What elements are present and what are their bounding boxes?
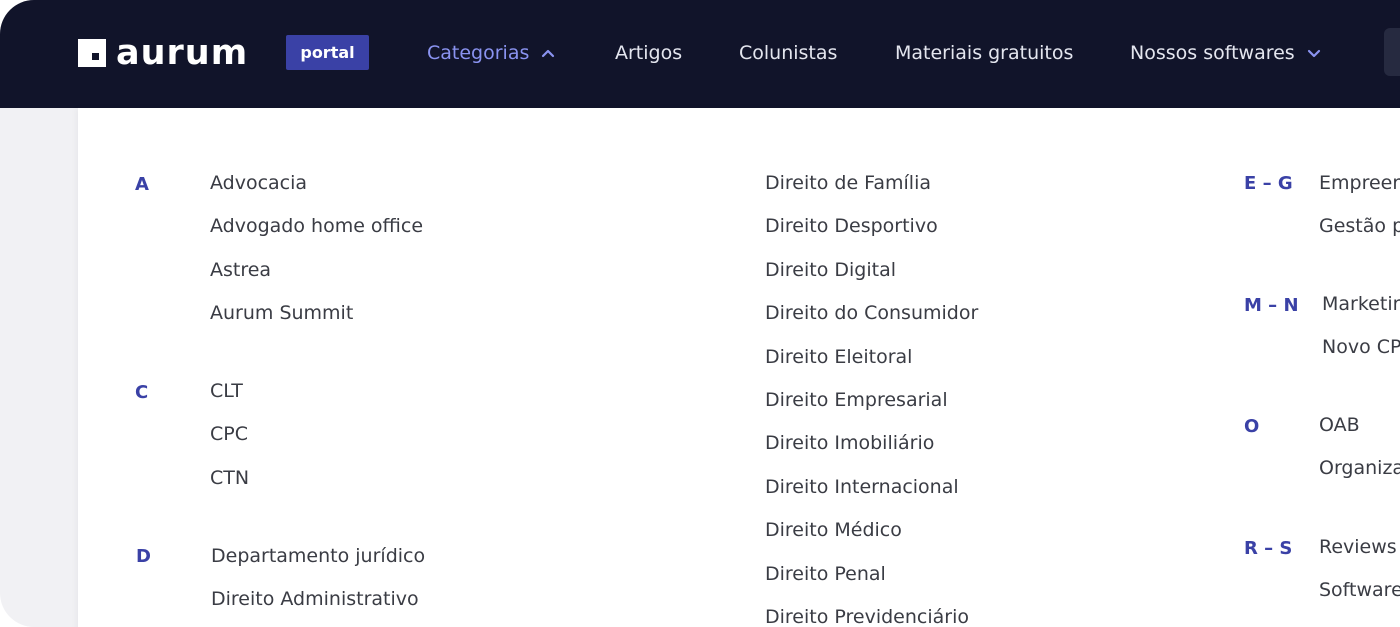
category-link[interactable]: Direito Empresarial — [765, 390, 978, 433]
category-link[interactable]: Direito Penal — [765, 563, 978, 607]
nav-materiais-gratuitos-label: Materiais gratuitos — [895, 42, 1074, 64]
nav-colunistas[interactable]: Colunistas — [739, 40, 837, 66]
category-link[interactable]: Direito Imobiliário — [765, 433, 978, 476]
group-letter-d: D — [136, 546, 151, 567]
category-link[interactable]: Software — [1319, 580, 1400, 623]
group-m-n-list: Marketir Novo CP — [1322, 294, 1400, 381]
nav-action-button[interactable] — [1384, 28, 1400, 76]
category-link[interactable]: Advogado home office — [210, 216, 423, 259]
nav-colunistas-label: Colunistas — [739, 42, 838, 64]
group-letter-r-s: R – S — [1244, 538, 1293, 559]
category-link[interactable]: Novo CP — [1322, 337, 1400, 380]
categorias-dropdown: A Advocacia Advogado home office Astrea … — [78, 108, 1400, 627]
top-navbar: aurum portal Categorias Artigos Colunist… — [0, 0, 1400, 108]
category-link[interactable]: Astrea — [210, 260, 423, 303]
nav-nossos-softwares[interactable]: Nossos softwares — [1130, 40, 1321, 66]
portal-badge: portal — [286, 35, 369, 70]
chevron-down-icon — [1307, 49, 1320, 58]
category-link[interactable]: Direito Digital — [765, 260, 978, 303]
category-link[interactable]: Gestão p — [1319, 216, 1400, 259]
category-link[interactable]: Direito Internacional — [765, 477, 978, 520]
category-link[interactable]: Direito Administrativo — [211, 589, 425, 627]
category-link[interactable]: Departamento jurídico — [211, 546, 425, 589]
category-link[interactable]: CPC — [210, 424, 249, 467]
category-link[interactable]: Direito Previdenciário — [765, 607, 978, 627]
category-link[interactable]: CLT — [210, 381, 249, 424]
group-c-list: CLT CPC CTN — [210, 381, 249, 511]
category-link[interactable]: Advocacia — [210, 173, 423, 216]
group-o-list: OAB Organiza — [1319, 415, 1400, 502]
chevron-up-icon — [542, 49, 555, 58]
category-link[interactable]: Empreer — [1319, 173, 1400, 216]
category-link[interactable]: Direito Médico — [765, 520, 978, 563]
category-link[interactable]: Reviews — [1319, 537, 1400, 580]
category-link[interactable]: OAB — [1319, 415, 1400, 458]
group-e-g-list: Empreer Gestão p — [1319, 173, 1400, 260]
logo-mark-icon — [78, 39, 106, 67]
direito-list: Direito de Família Direito Desportivo Di… — [765, 173, 978, 627]
group-a-list: Advocacia Advogado home office Astrea Au… — [210, 173, 423, 347]
category-link[interactable]: Aurum Summit — [210, 303, 423, 346]
group-r-s-list: Reviews Software — [1319, 537, 1400, 624]
group-letter-m-n: M – N — [1244, 295, 1299, 316]
logo-text: aurum — [116, 32, 249, 73]
nav-artigos-label: Artigos — [615, 42, 683, 64]
category-link[interactable]: Organiza — [1319, 458, 1400, 501]
nav-materiais-gratuitos[interactable]: Materiais gratuitos — [895, 40, 1073, 66]
browser-frame: aurum portal Categorias Artigos Colunist… — [0, 0, 1400, 627]
nav-artigos[interactable]: Artigos — [615, 40, 682, 66]
category-link[interactable]: Direito Eleitoral — [765, 346, 978, 390]
category-link[interactable]: Direito Desportivo — [765, 216, 978, 259]
category-link[interactable]: Marketir — [1322, 294, 1400, 337]
group-letter-o: O — [1244, 416, 1260, 437]
nav-nossos-softwares-label: Nossos softwares — [1130, 42, 1295, 64]
category-link[interactable]: Direito de Família — [765, 173, 978, 216]
nav-categorias-label: Categorias — [427, 42, 530, 64]
group-letter-c: C — [135, 382, 149, 403]
category-link[interactable]: CTN — [210, 468, 249, 511]
group-letter-a: A — [135, 174, 149, 195]
nav-categorias[interactable]: Categorias — [427, 40, 555, 66]
category-link[interactable]: Direito do Consumidor — [765, 303, 978, 346]
aurum-logo[interactable]: aurum — [78, 32, 249, 73]
group-letter-e-g: E – G — [1244, 173, 1293, 194]
group-d-list: Departamento jurídico Direito Administra… — [211, 546, 425, 627]
